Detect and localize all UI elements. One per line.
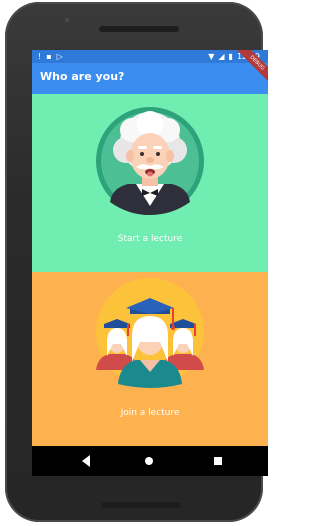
sim-icon: ▪ (46, 52, 52, 61)
earpiece-speaker (99, 26, 179, 32)
professor-avatar (96, 107, 204, 215)
warning-icon: ! (38, 52, 42, 61)
status-bar: ! ▪ ▷ ▼ ◢ ▮ 12:29 (32, 50, 268, 63)
signal-icon: ◢ (218, 52, 225, 61)
wifi-icon: ▼ (208, 52, 215, 61)
page-title: Who are you? (40, 70, 125, 83)
play-store-icon: ▷ (56, 52, 63, 61)
camera-icon (65, 18, 69, 22)
app-bar: Who are you? (32, 63, 268, 94)
join-lecture-label: Join a lecture (120, 408, 180, 418)
home-icon[interactable] (145, 457, 153, 465)
status-left-icons: ! ▪ ▷ (38, 50, 63, 63)
start-lecture-label: Start a lecture (117, 234, 183, 244)
navigation-bar (32, 446, 268, 476)
students-avatar (96, 278, 204, 388)
start-lecture-option[interactable]: Start a lecture (32, 94, 268, 272)
recents-icon[interactable] (214, 457, 222, 465)
back-icon[interactable] (82, 455, 90, 467)
battery-icon: ▮ (228, 52, 233, 61)
phone-frame: ! ▪ ▷ ▼ ◢ ▮ 12:29 Who are you? DEBUG (5, 2, 268, 522)
bottom-speaker (101, 502, 181, 508)
join-lecture-option[interactable]: Join a lecture (32, 272, 268, 446)
screen: ! ▪ ▷ ▼ ◢ ▮ 12:29 Who are you? DEBUG (32, 50, 268, 476)
